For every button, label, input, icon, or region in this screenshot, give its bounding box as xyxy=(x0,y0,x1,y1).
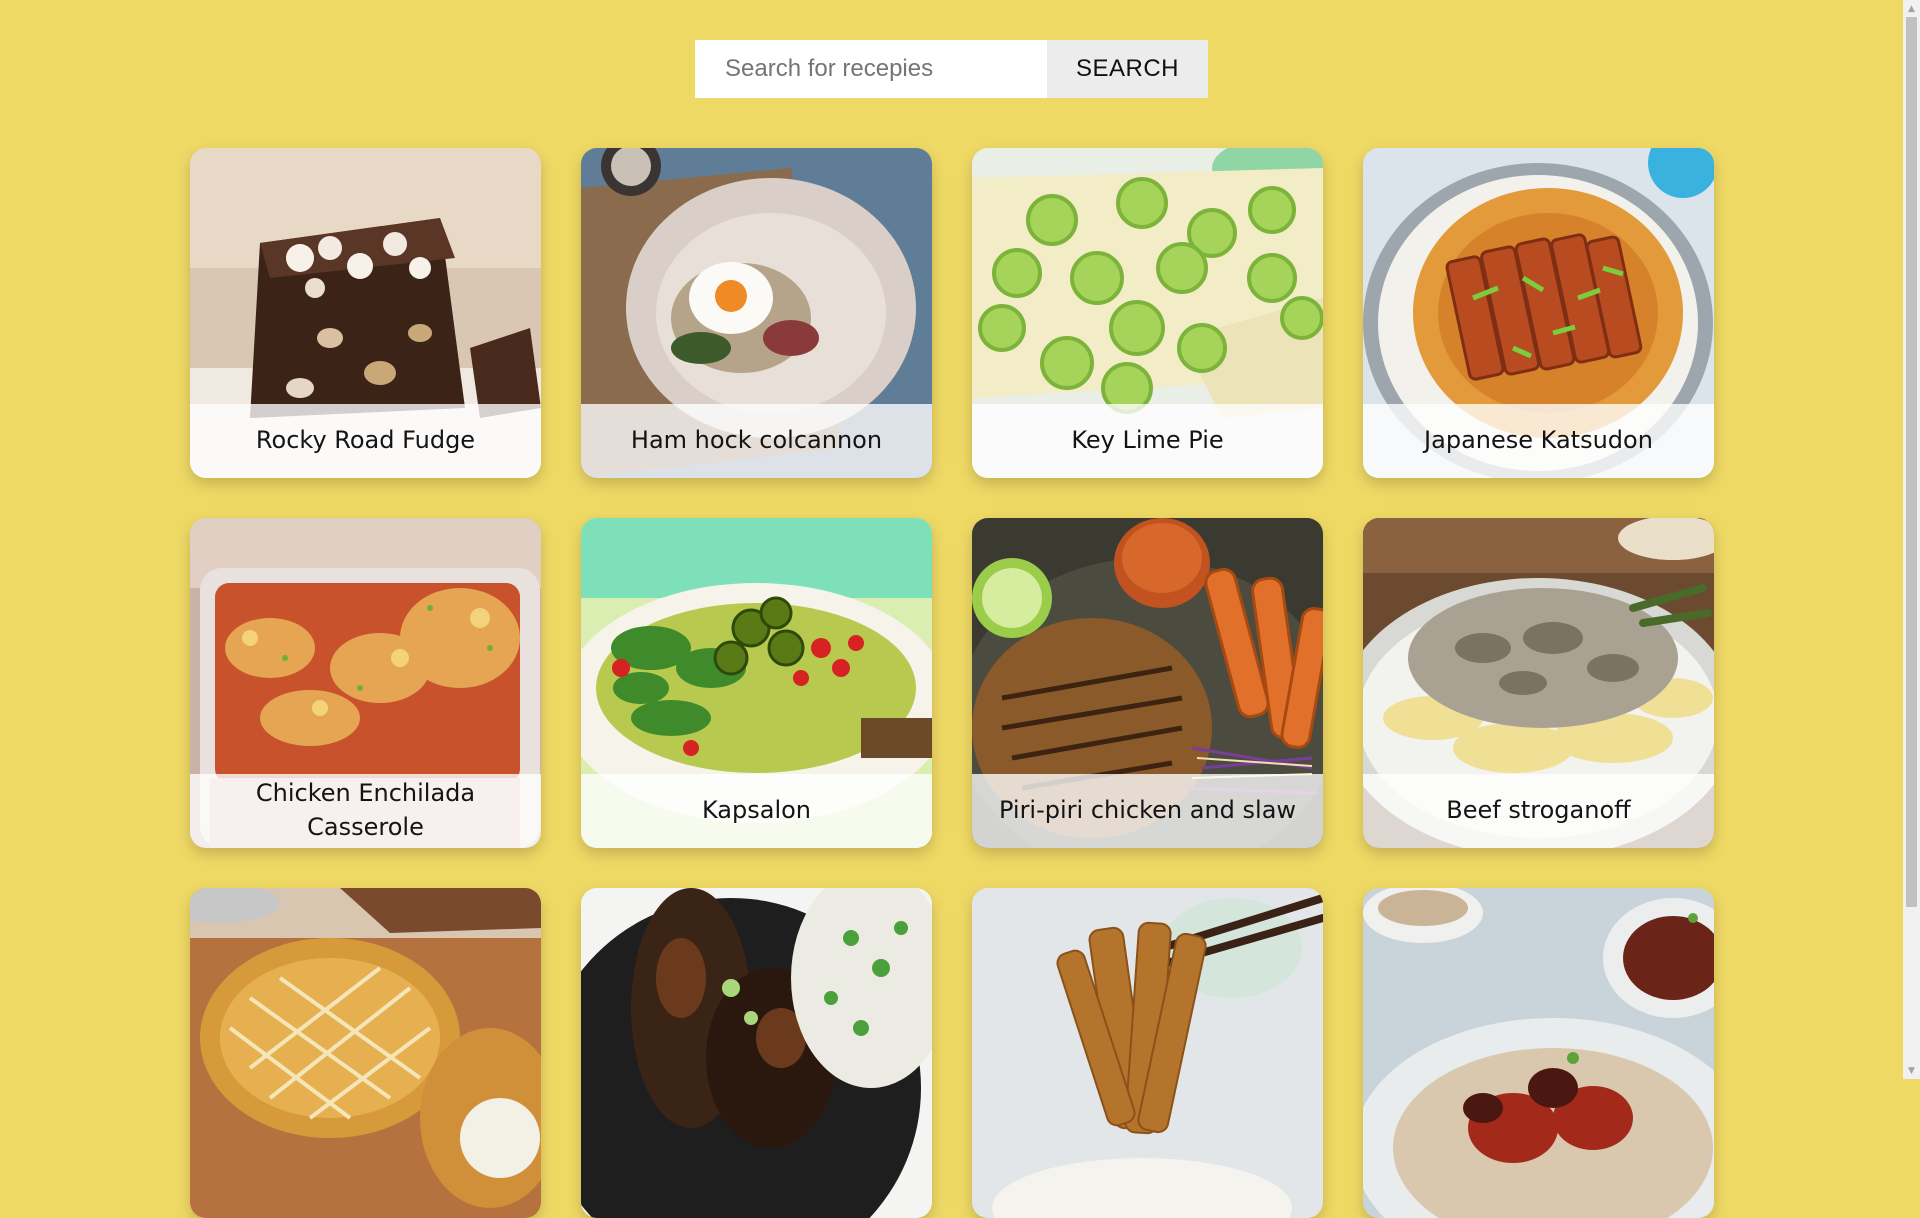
recipe-title: Rocky Road Fudge xyxy=(255,426,476,455)
recipe-title: Piri-piri chicken and slaw xyxy=(998,796,1297,825)
search-button[interactable]: SEARCH xyxy=(1047,40,1208,98)
recipe-image xyxy=(190,888,541,1218)
recipe-title: Kapsalon xyxy=(701,796,812,825)
recipe-card[interactable] xyxy=(581,888,932,1218)
recipe-card[interactable]: Ham hock colcannon xyxy=(581,148,932,478)
recipe-card[interactable] xyxy=(190,888,541,1218)
recipe-title-overlay: Rocky Road Fudge xyxy=(190,404,541,478)
recipe-title-overlay: Beef stroganoff xyxy=(1363,774,1714,848)
recipe-card[interactable] xyxy=(1363,888,1714,1218)
recipe-title-overlay: Kapsalon xyxy=(581,774,932,848)
recipe-card[interactable]: Kapsalon xyxy=(581,518,932,848)
recipe-image xyxy=(972,888,1323,1218)
recipe-title: Ham hock colcannon xyxy=(630,426,883,455)
recipe-title-overlay: Japanese Katsudon xyxy=(1363,404,1714,478)
recipe-card[interactable]: Piri-piri chicken and slaw xyxy=(972,518,1323,848)
search-bar: SEARCH xyxy=(695,40,1208,98)
recipe-grid: Rocky Road Fudge Ham hock colcannon Key … xyxy=(190,148,1714,1218)
recipe-title-overlay: Piri-piri chicken and slaw xyxy=(972,774,1323,848)
recipe-card[interactable]: Key Lime Pie xyxy=(972,148,1323,478)
recipe-title: Key Lime Pie xyxy=(1071,426,1224,455)
recipe-title-overlay: Key Lime Pie xyxy=(972,404,1323,478)
recipe-title: Chicken Enchilada Casserole xyxy=(255,779,476,841)
recipe-title: Japanese Katsudon xyxy=(1424,426,1653,455)
vertical-scrollbar[interactable]: ▲ ▼ xyxy=(1903,0,1920,1079)
recipe-card[interactable]: Japanese Katsudon xyxy=(1363,148,1714,478)
scrollbar-thumb[interactable] xyxy=(1906,17,1917,907)
scroll-down-arrow-icon[interactable]: ▼ xyxy=(1903,1062,1920,1079)
recipe-card[interactable]: Chicken Enchilada Casserole xyxy=(190,518,541,848)
scroll-up-arrow-icon[interactable]: ▲ xyxy=(1903,0,1920,17)
recipe-title-overlay: Chicken Enchilada Casserole xyxy=(190,774,541,848)
recipe-image xyxy=(1363,888,1714,1218)
search-input[interactable] xyxy=(695,40,1047,98)
recipe-image xyxy=(581,888,932,1218)
recipe-card[interactable]: Beef stroganoff xyxy=(1363,518,1714,848)
recipe-title: Beef stroganoff xyxy=(1446,796,1631,825)
recipe-title-overlay: Ham hock colcannon xyxy=(581,404,932,478)
recipe-card[interactable] xyxy=(972,888,1323,1218)
recipe-card[interactable]: Rocky Road Fudge xyxy=(190,148,541,478)
